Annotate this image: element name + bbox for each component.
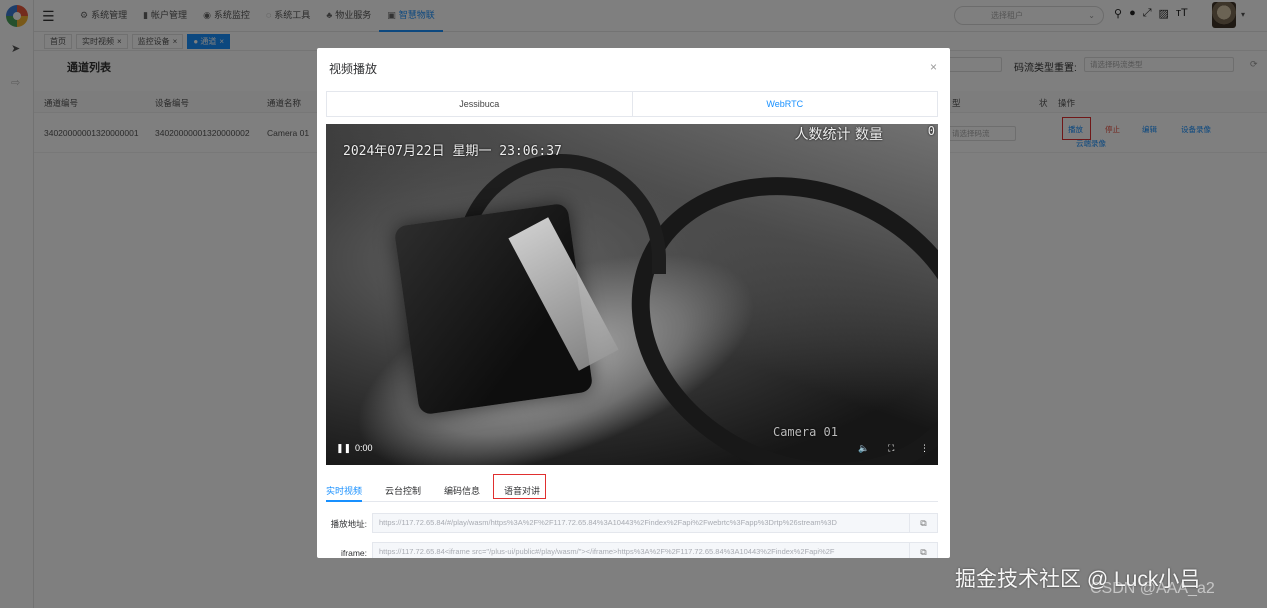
pause-icon[interactable]: ❚❚ xyxy=(336,443,351,454)
volume-icon[interactable]: 🔈 xyxy=(858,443,869,454)
iframe-value: https://117.72.65.84<iframe src="/plus-u… xyxy=(379,547,835,556)
active-tab-indicator xyxy=(326,500,362,502)
more-icon[interactable]: ⋮ xyxy=(920,443,929,454)
tab-webrtc[interactable]: WebRTC xyxy=(631,92,938,116)
copy-icon[interactable]: ⧉ xyxy=(909,543,937,558)
play-url-field[interactable]: https://117.72.65.84/#/play/wasm/https%3… xyxy=(372,513,938,533)
tab-jessibuca[interactable]: Jessibuca xyxy=(327,92,632,116)
dialog-title: 视频播放 xyxy=(329,62,378,76)
iframe-label: iframe: xyxy=(341,548,367,558)
info-tabs: 实时视频 云台控制 编码信息 语音对讲 xyxy=(326,474,938,502)
play-url-value: https://117.72.65.84/#/play/wasm/https%3… xyxy=(379,518,837,527)
osd-people-count-label: 人数统计 数量 xyxy=(794,127,883,143)
osd-people-count-value: 0 xyxy=(927,124,935,138)
voice-intercom-highlight xyxy=(493,474,546,499)
video-controls: ❚❚ 0:00 🔈 ⛶ ⋮ xyxy=(326,435,938,465)
player-tabs: Jessibuca WebRTC xyxy=(326,91,938,117)
close-icon[interactable]: × xyxy=(930,60,937,74)
play-url-label: 播放地址: xyxy=(330,519,367,529)
tab-ptz-control[interactable]: 云台控制 xyxy=(385,484,421,497)
fullscreen-icon[interactable]: ⛶ xyxy=(888,443,894,454)
copy-icon[interactable]: ⧉ xyxy=(909,514,937,532)
iframe-field[interactable]: https://117.72.65.84<iframe src="/plus-u… xyxy=(372,542,938,558)
video-time: 0:00 xyxy=(355,443,373,453)
video-player[interactable]: 2024年07月22日 星期一 23:06:37 人数统计 数量 0 Camer… xyxy=(326,124,938,465)
tab-encode-info[interactable]: 编码信息 xyxy=(444,484,480,497)
video-play-dialog: 视频播放 × Jessibuca WebRTC 2024年07月22日 星期一 … xyxy=(317,48,950,558)
osd-timestamp: 2024年07月22日 星期一 23:06:37 xyxy=(343,144,562,159)
watermark: 掘金技术社区 @ Luck小吕 xyxy=(955,568,1201,591)
tab-live-video[interactable]: 实时视频 xyxy=(326,484,362,497)
